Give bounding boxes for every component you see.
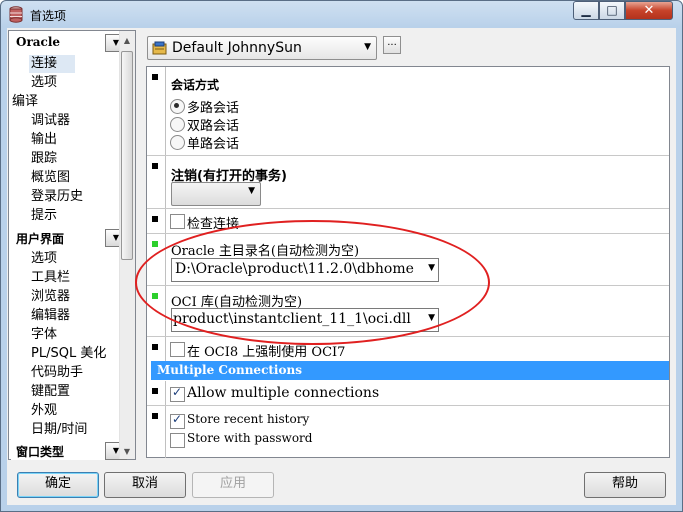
profile-icon: [152, 41, 167, 55]
nav-item-code-assistant[interactable]: 代码助手: [31, 364, 83, 382]
store-history-checkbox[interactable]: [170, 412, 185, 429]
multiple-connections-title: Multiple Connections: [157, 363, 302, 377]
force-oci7-checkbox[interactable]: [170, 342, 185, 357]
nav-item-browser[interactable]: 浏览器: [31, 288, 70, 306]
allow-multiple-label: Allow multiple connections: [187, 385, 380, 401]
close-icon: ✕: [643, 3, 655, 18]
close-button[interactable]: ✕: [625, 1, 673, 20]
minimize-icon: ▁: [581, 3, 591, 17]
radio-single-session[interactable]: [170, 135, 185, 150]
nav-group-title: 用户界面: [16, 232, 65, 246]
nav-item-output[interactable]: 输出: [31, 131, 57, 149]
nav-item-fonts[interactable]: 字体: [31, 326, 57, 344]
radio-dual-session[interactable]: [170, 117, 185, 132]
window-title: 首选项: [30, 9, 67, 23]
nav-item-plsql-beautifier[interactable]: PL/SQL 美化: [31, 345, 123, 363]
oci7-section: 在 OCI8 上强制使用 OCI7: [147, 337, 669, 361]
nav-item-trace[interactable]: 跟踪: [31, 150, 57, 168]
radio-label: 单路会话: [187, 137, 240, 152]
nav-item-options[interactable]: 选项: [31, 74, 57, 92]
store-password-checkbox[interactable]: [170, 433, 185, 448]
minimize-button[interactable]: ▁: [573, 1, 599, 20]
annotation-circle: [135, 220, 490, 345]
nav-item-key-config[interactable]: 键配置: [31, 383, 70, 401]
radio-multi-session[interactable]: [170, 99, 185, 114]
allow-multiple-checkbox[interactable]: [170, 385, 185, 402]
ok-button[interactable]: 确定: [17, 472, 99, 498]
default-marker: [152, 74, 158, 80]
apply-button[interactable]: 应用: [192, 472, 274, 498]
profile-value: Default JohnnySun: [172, 40, 302, 56]
nav-item-hints[interactable]: 提示: [31, 207, 57, 225]
nav-group-oracle[interactable]: Oracle ▼: [11, 33, 127, 52]
divider: [165, 156, 166, 208]
default-marker: [152, 388, 158, 394]
changed-marker: [152, 241, 158, 247]
profile-select[interactable]: Default JohnnySun ▼: [147, 36, 377, 60]
nav-item-toolbar[interactable]: 工具栏: [31, 269, 70, 287]
check-connection-checkbox[interactable]: [170, 214, 185, 229]
logoff-select[interactable]: ▼: [171, 182, 261, 206]
app-icon: [9, 6, 23, 23]
store-password-label: Store with password: [187, 431, 313, 445]
radio-label: 双路会话: [187, 119, 240, 134]
nav-item-editor[interactable]: 编辑器: [31, 307, 70, 325]
maximize-button[interactable]: □: [599, 1, 625, 20]
scroll-down-icon[interactable]: ▼: [122, 447, 132, 456]
help-button[interactable]: 帮助: [584, 472, 666, 498]
cancel-button[interactable]: 取消: [104, 472, 186, 498]
default-marker: [152, 163, 158, 169]
divider: [165, 67, 166, 155]
history-section: Store recent history Store with password: [147, 406, 669, 458]
default-marker: [152, 413, 158, 419]
title-bar[interactable]: 首选项 ▁ □ ✕: [0, 0, 683, 28]
nav-item-ui-options[interactable]: 选项: [31, 250, 57, 268]
nav-item-datetime[interactable]: 日期/时间: [31, 421, 87, 439]
nav-group-compile[interactable]: 编译: [12, 93, 38, 111]
allow-multiple-section: Allow multiple connections: [147, 381, 669, 406]
chevron-down-icon: ▼: [364, 42, 371, 52]
logoff-section: 注销(有打开的事务) ▼: [147, 156, 669, 209]
store-history-label: Store recent history: [187, 412, 310, 426]
maximize-icon: □: [606, 3, 618, 17]
divider: [165, 381, 166, 405]
nav-item-connection[interactable]: 连接: [29, 55, 75, 73]
category-tree: Oracle ▼ 连接 选项 编译 调试器 输出 跟踪 概览图 登录历史 提示 …: [8, 30, 136, 460]
scroll-up-icon[interactable]: ▲: [122, 36, 132, 45]
profile-more-button[interactable]: ...: [383, 36, 401, 54]
nav-item-appearance[interactable]: 外观: [31, 402, 57, 420]
nav-group-title: Oracle: [16, 35, 61, 49]
default-marker: [152, 216, 158, 222]
nav-scrollbar-thumb[interactable]: [121, 51, 133, 260]
nav-group-window-types[interactable]: 窗口类型 ▼: [11, 441, 127, 460]
session-mode-section: 会话方式 多路会话 双路会话 单路会话: [147, 67, 669, 156]
multiple-connections-header: Multiple Connections: [151, 361, 669, 380]
divider: [165, 406, 166, 458]
nav-group-user-interface[interactable]: 用户界面 ▼: [11, 228, 127, 247]
nav-item-login-history[interactable]: 登录历史: [31, 188, 83, 206]
divider: [165, 209, 166, 233]
chevron-down-icon: ▼: [248, 186, 255, 196]
default-marker: [152, 344, 158, 350]
divider: [165, 337, 166, 361]
nav-item-debugger[interactable]: 调试器: [31, 112, 70, 130]
nav-item-overview[interactable]: 概览图: [31, 169, 70, 187]
radio-label: 多路会话: [187, 101, 240, 116]
nav-group-title: 窗口类型: [16, 445, 65, 459]
session-mode-title: 会话方式: [171, 78, 220, 92]
